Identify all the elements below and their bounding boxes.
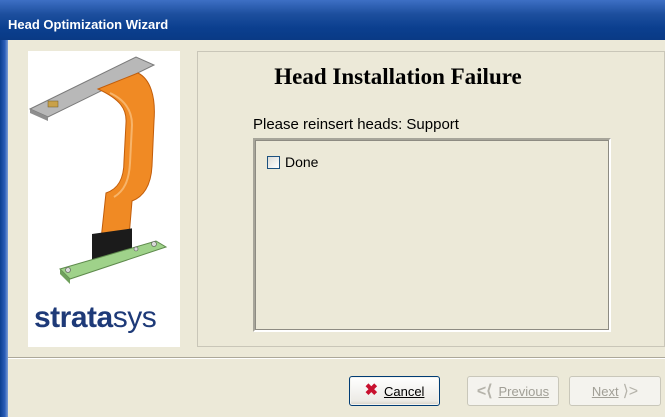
done-checkbox-label[interactable]: Done: [285, 154, 318, 170]
stratasys-logo: stratasys: [34, 301, 157, 334]
wizard-window: Head Optimization Wizard stratasys Head …: [0, 0, 665, 417]
next-button[interactable]: Next ⟩>: [569, 376, 661, 406]
logo-panel: stratasys: [28, 51, 180, 347]
wizard-client-area: stratasys Head Installation Failure Plea…: [8, 40, 665, 417]
content-panel: Head Installation Failure Please reinser…: [197, 51, 665, 347]
next-button-label: Next: [591, 383, 619, 399]
red-x-icon: ✖: [364, 382, 378, 399]
previous-button-label: Previous: [498, 383, 550, 399]
instruction-text: Please reinsert heads: Support: [253, 116, 459, 133]
title-bar[interactable]: Head Optimization Wizard: [0, 0, 665, 40]
footer-separator: [8, 357, 665, 359]
cancel-button-label: Cancel: [383, 383, 425, 399]
window-title: Head Optimization Wizard: [8, 17, 169, 32]
done-checkbox-row[interactable]: Done: [267, 154, 318, 170]
window-frame-left: [0, 40, 8, 417]
right-arrow-icon: ⟩>: [622, 383, 639, 400]
previous-button[interactable]: <⟨ Previous: [467, 376, 559, 406]
page-title: Head Installation Failure: [274, 64, 522, 89]
done-checkbox[interactable]: [267, 155, 280, 169]
left-arrow-icon: <⟨: [476, 383, 493, 400]
print-head-cable-image: [28, 56, 168, 284]
cancel-button[interactable]: ✖ Cancel: [349, 376, 440, 406]
options-group: Done: [253, 138, 611, 332]
